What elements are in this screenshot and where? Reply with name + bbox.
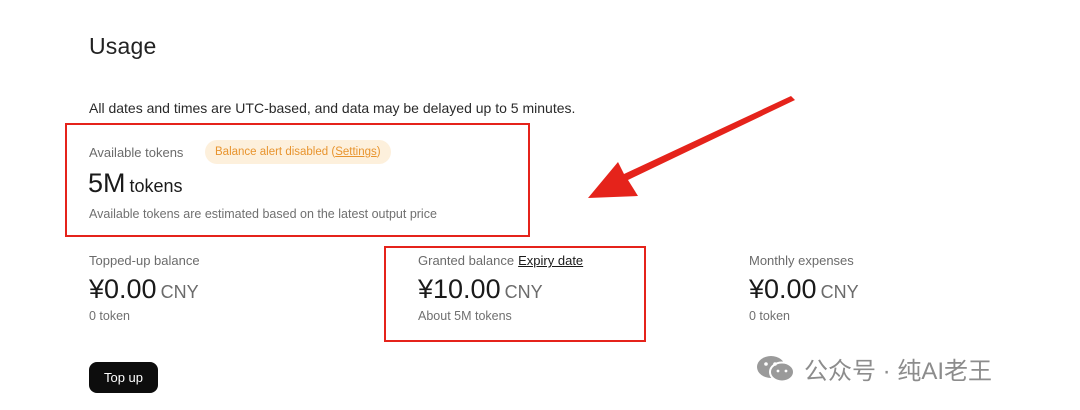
available-tokens-label: Available tokens <box>89 145 184 160</box>
watermark-text: 公众号 · 纯AI老王 <box>804 358 993 385</box>
monthly-expenses-amount: ¥0.00 CNY <box>749 274 859 305</box>
topped-up-currency: CNY <box>160 282 199 302</box>
available-tokens-value: 5M tokens <box>88 168 183 199</box>
topped-up-balance-amount: ¥0.00 CNY <box>89 274 200 305</box>
settings-link[interactable]: Settings <box>335 146 377 158</box>
granted-balance-card: Granted balance Expiry date ¥10.00 CNY Abo… <box>418 253 583 323</box>
granted-token-estimate: About 5M tokens <box>418 309 512 323</box>
available-tokens-amount: 5M <box>88 168 126 198</box>
granted-currency: CNY <box>504 282 543 302</box>
expiry-date-link[interactable]: Expiry date <box>518 253 583 268</box>
annotation-arrow <box>588 96 795 198</box>
page-title: Usage <box>89 33 157 59</box>
wechat-icon <box>757 355 795 382</box>
balance-alert-close-paren: ) <box>376 146 381 158</box>
top-up-button[interactable]: Top up <box>89 362 158 393</box>
annotation-arrow-shape <box>588 96 795 198</box>
granted-balance-label: Granted balance <box>418 253 515 268</box>
monthly-expenses-label: Monthly expenses <box>749 253 854 268</box>
balance-alert-badge: Balance alert disabled (Settings) <box>205 140 391 164</box>
available-tokens-unit: tokens <box>129 176 183 196</box>
balance-alert-text: Balance alert disabled ( <box>215 146 336 158</box>
available-tokens-note: Available tokens are estimated based on … <box>89 207 437 221</box>
topped-up-amount-value: ¥0.00 <box>89 274 157 304</box>
topped-up-token-count: 0 token <box>89 309 131 323</box>
granted-balance-amount: ¥10.00 CNY <box>418 274 583 305</box>
topped-up-balance-label: Topped-up balance <box>89 253 200 268</box>
watermark: 公众号 · 纯AI老王 <box>756 351 992 386</box>
topped-up-balance-card: Topped-up balance ¥0.00 CNY 0 token <box>89 253 200 323</box>
monthly-expenses-card: Monthly expenses ¥0.00 CNY 0 token <box>749 253 859 323</box>
granted-amount-value: ¥10.00 <box>418 274 501 304</box>
monthly-currency: CNY <box>820 282 859 302</box>
monthly-token-count: 0 token <box>749 309 791 323</box>
monthly-amount-value: ¥0.00 <box>749 274 817 304</box>
granted-balance-label-row: Granted balance Expiry date <box>418 253 583 268</box>
utc-notice: All dates and times are UTC-based, and d… <box>89 100 576 116</box>
